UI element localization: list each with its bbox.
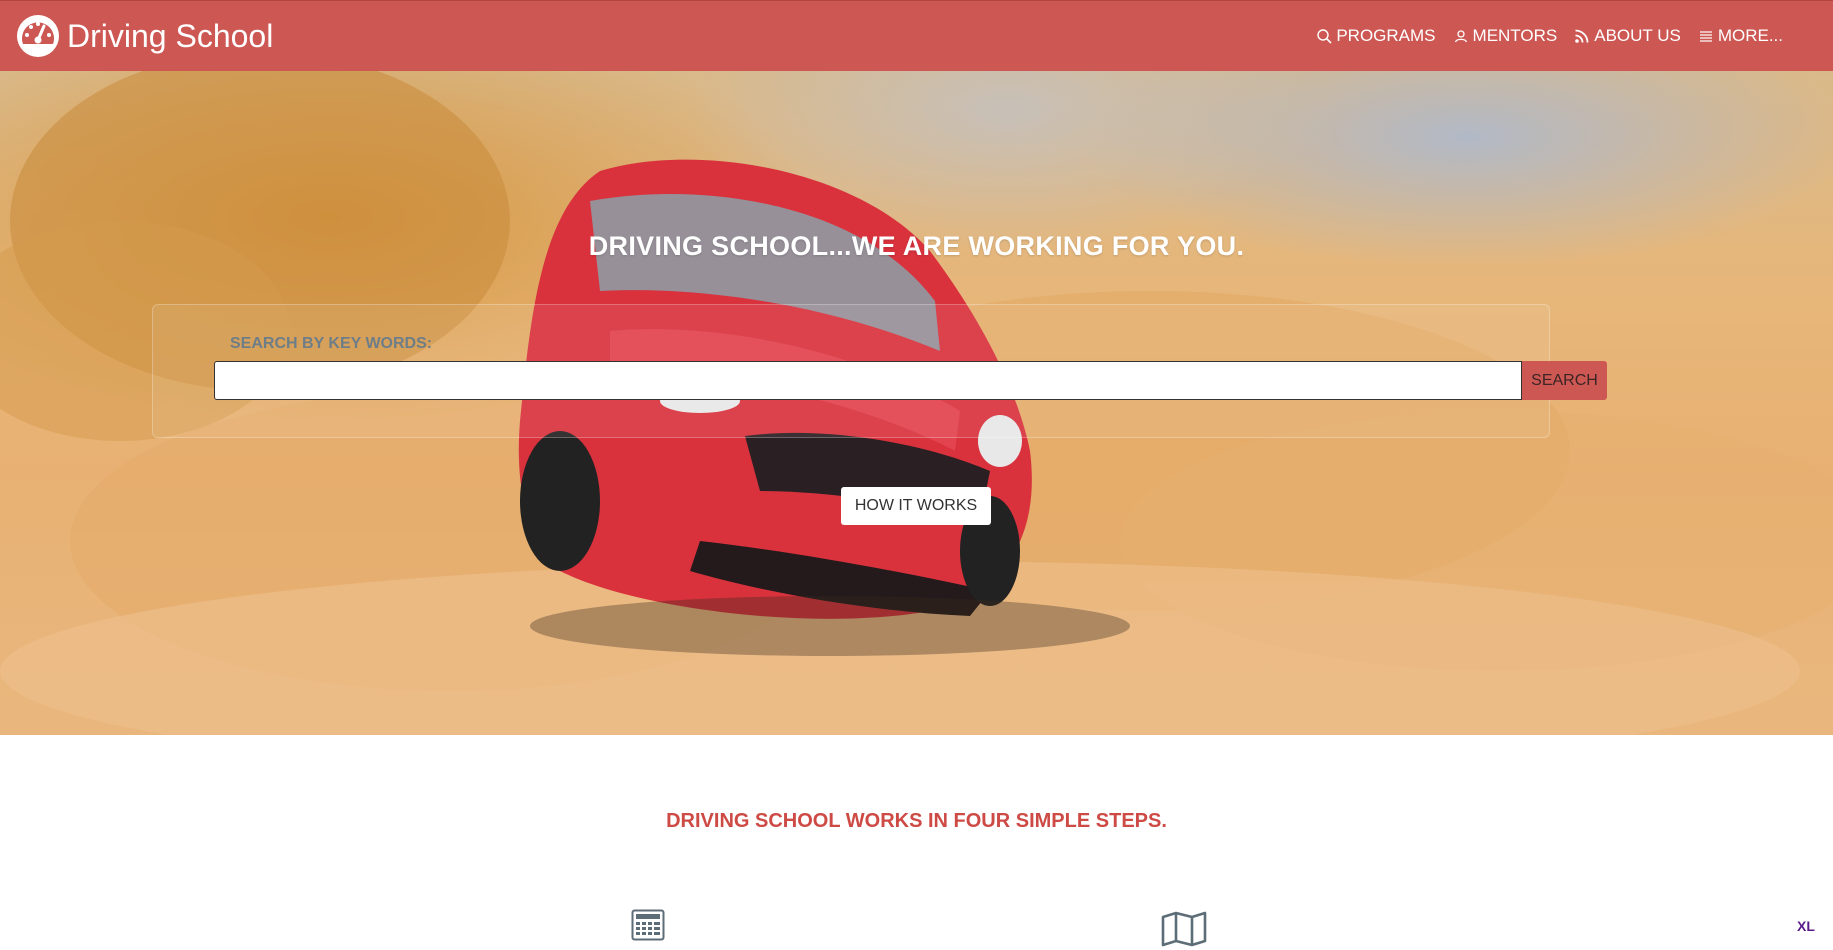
search-input[interactable] <box>214 361 1522 400</box>
rss-icon <box>1575 29 1589 43</box>
hero-title: DRIVING SCHOOL...WE ARE WORKING FOR YOU. <box>588 231 1245 261</box>
nav-item-programs[interactable]: PROGRAMS <box>1316 26 1436 46</box>
nav-item-more[interactable]: MORE... <box>1698 26 1783 46</box>
steps-heading: DRIVING SCHOOL WORKS IN FOUR SIMPLE STEP… <box>666 810 1167 832</box>
speedometer-icon <box>17 15 59 57</box>
how-it-works-button[interactable]: HOW IT WORKS <box>841 487 991 525</box>
hero-section: DRIVING SCHOOL...WE ARE WORKING FOR YOU.… <box>0 71 1833 735</box>
search-label: SEARCH BY KEY WORDS: <box>230 335 433 352</box>
nav-item-label: PROGRAMS <box>1336 26 1436 45</box>
brand-link[interactable]: Driving School <box>15 13 273 59</box>
nav-item-label: MORE... <box>1717 26 1783 45</box>
nav-item-mentors[interactable]: MENTORS <box>1453 26 1558 46</box>
nav-item-label: ABOUT US <box>1594 26 1681 45</box>
list-icon <box>1699 31 1712 42</box>
nav-links: PROGRAMS MENTORS ABOUT US MORE... <box>1299 26 1783 46</box>
brand-name: Driving School <box>67 17 274 54</box>
calculator-icon <box>631 909 665 941</box>
search-icon <box>1317 29 1332 44</box>
search-button[interactable]: SEARCH <box>1522 361 1607 400</box>
user-icon <box>1454 30 1467 43</box>
map-icon <box>1161 911 1207 947</box>
breakpoint-badge: XL <box>1797 918 1815 934</box>
nav-item-label: MENTORS <box>1472 26 1558 45</box>
nav-item-about-us[interactable]: ABOUT US <box>1574 26 1681 46</box>
top-navbar: Driving School PROGRAMS MENTORS ABOUT US… <box>0 0 1833 71</box>
